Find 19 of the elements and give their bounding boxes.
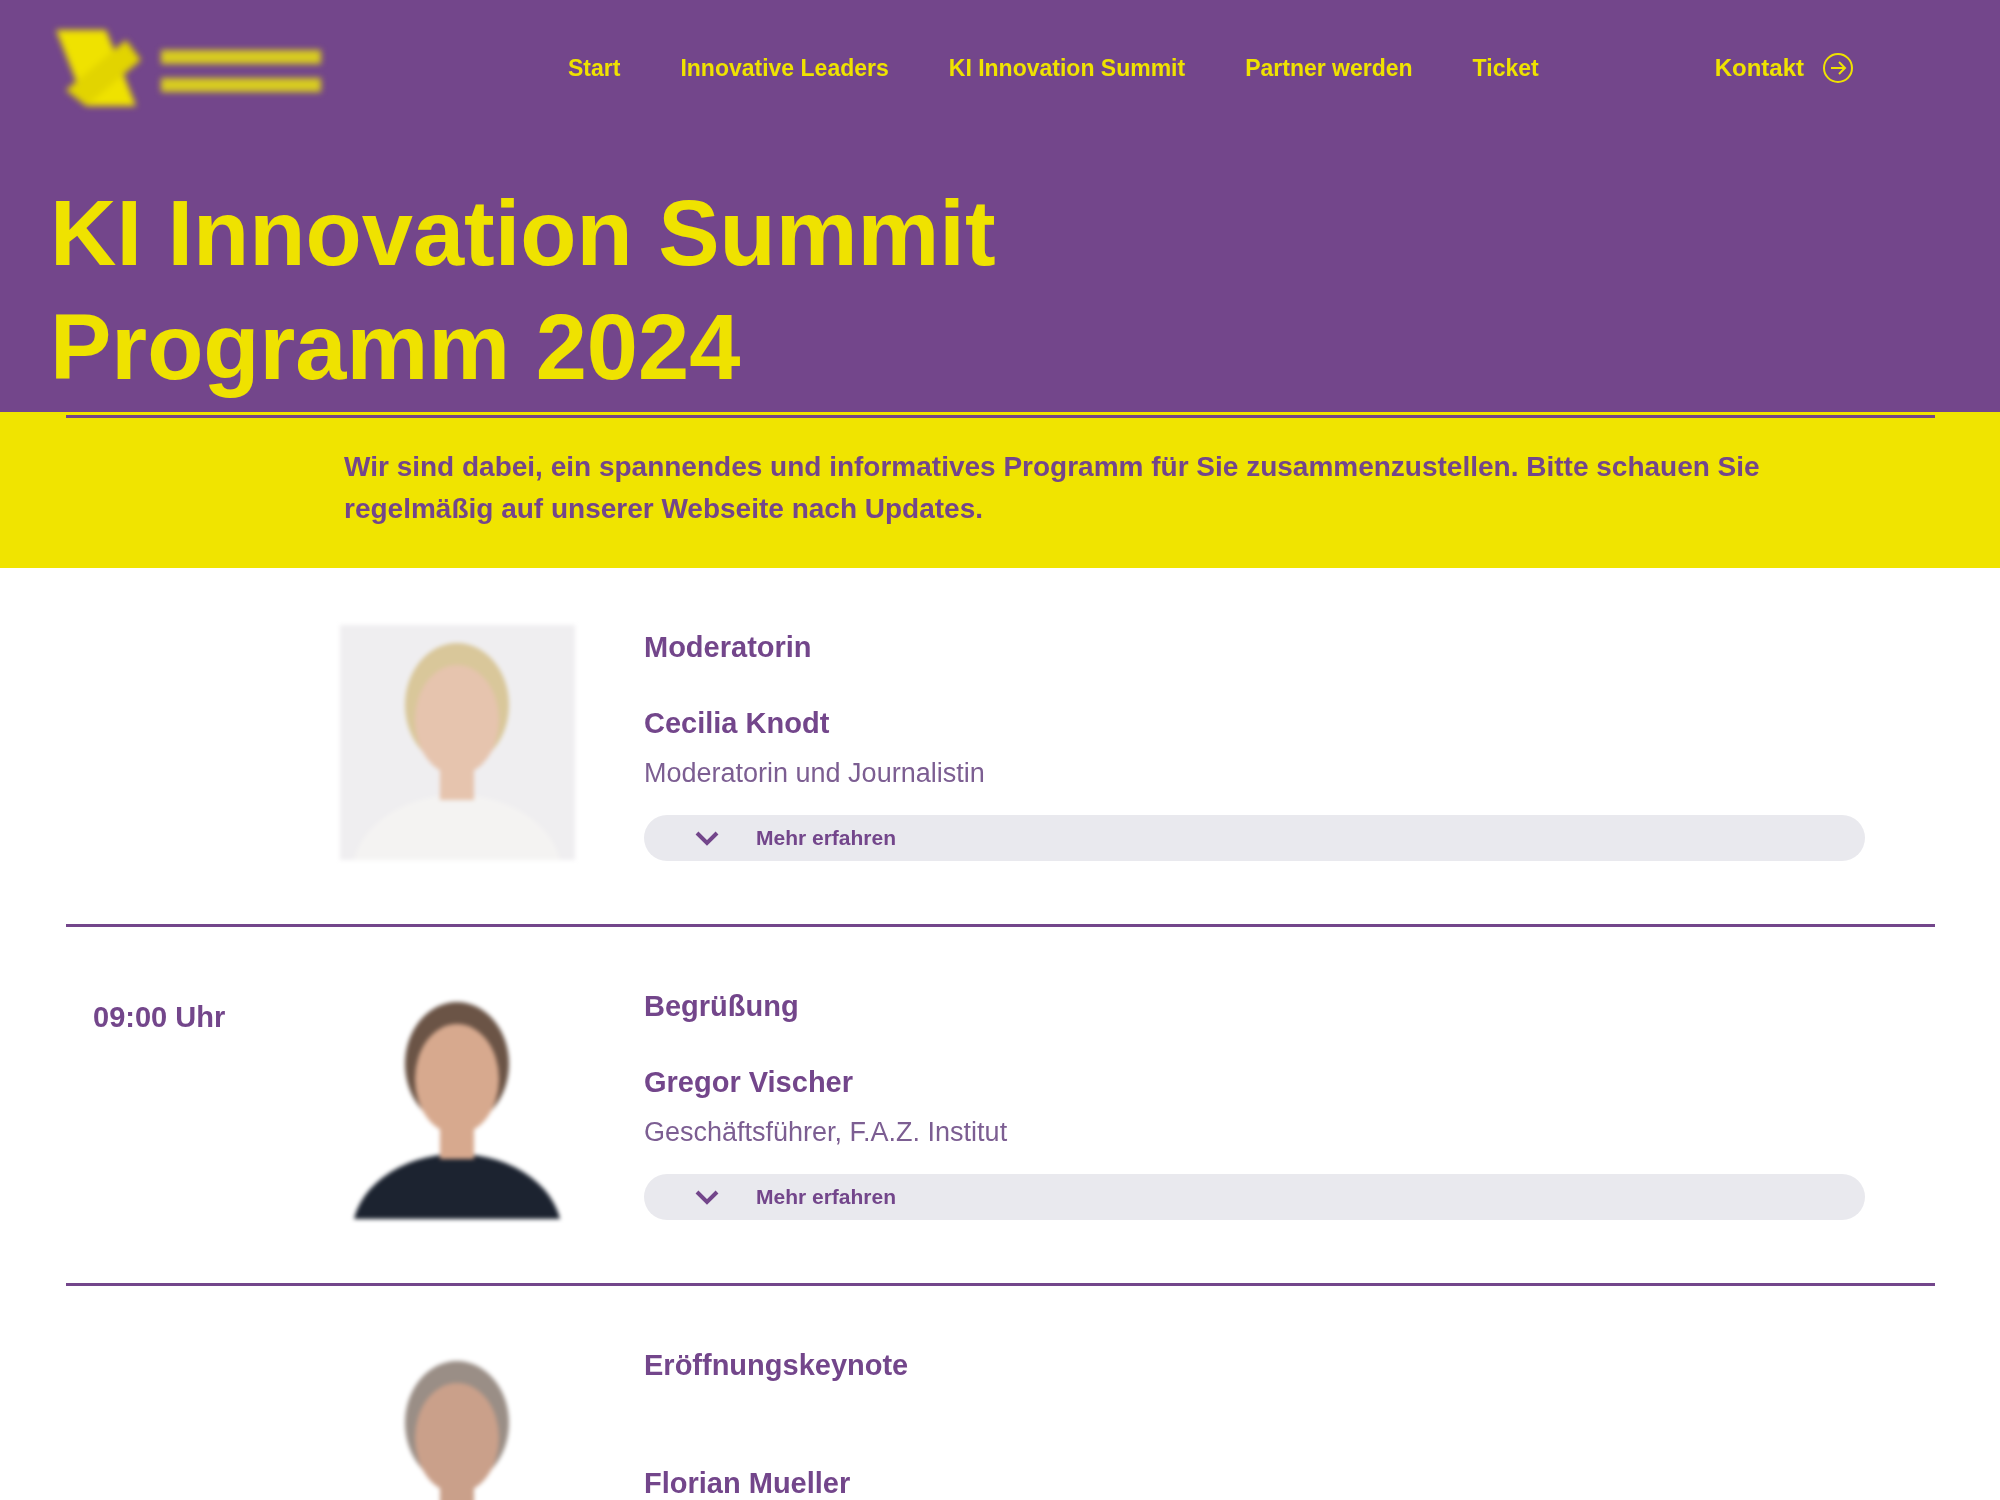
more-button[interactable]: Mehr erfahren — [644, 1174, 1865, 1220]
speaker-name: Gregor Vischer — [644, 1065, 853, 1100]
nav-link[interactable]: Ticket — [1472, 50, 1539, 86]
speaker-name: Cecilia Knodt — [644, 706, 830, 741]
contact-link[interactable]: Kontakt — [1714, 50, 1854, 86]
speaker-name: Florian Mueller — [644, 1466, 851, 1500]
page-title: KI Innovation Summit Programm 2024 — [49, 181, 997, 400]
speaker-role: Geschäftsführer, F.A.Z. Institut — [644, 1116, 1008, 1149]
nav-link[interactable]: KI Innovation Summit — [948, 50, 1186, 86]
nav-link[interactable]: Innovative Leaders — [680, 50, 889, 86]
nav-link[interactable]: Start — [568, 50, 621, 86]
session-title: Moderatorin — [644, 630, 812, 665]
speaker-role: Moderatorin und Journalistin — [644, 757, 985, 790]
notice-text: Wir sind dabei, ein spannendes und informatives Programm für Sie zusammenzustellen. Bitte schauen Sie regelmäßig auf unserer Webseite nach Updates. — [343, 450, 1761, 526]
nav-link[interactable]: Partner werden — [1245, 50, 1413, 86]
session-time: 09:00 Uhr — [93, 1001, 226, 1033]
more-button[interactable]: Mehr erfahren — [644, 815, 1865, 861]
session-title: Begrüßung — [644, 989, 799, 1024]
session-title: Eröffnungskeynote — [644, 1348, 909, 1383]
